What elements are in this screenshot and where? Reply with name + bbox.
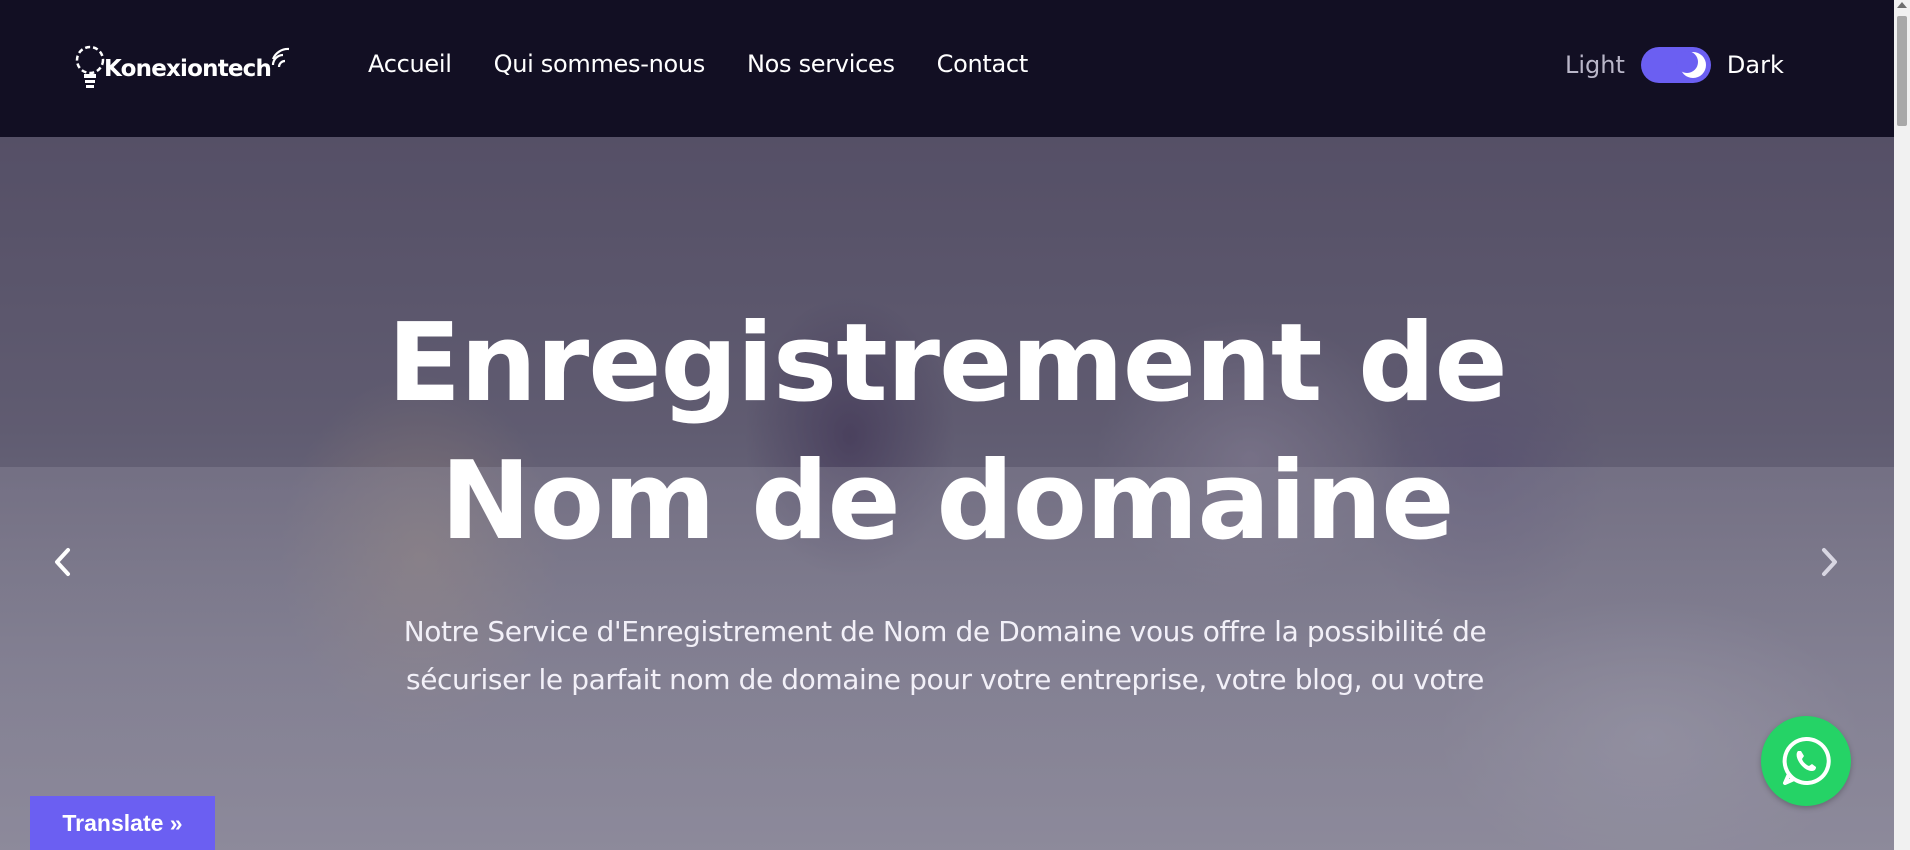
hero-title-line-2: Nom de domaine xyxy=(440,439,1455,564)
lightbulb-logo-icon xyxy=(75,45,105,88)
theme-dark-label: Dark xyxy=(1726,51,1784,79)
whatsapp-button[interactable] xyxy=(1761,716,1851,806)
hero-title: Enregistrement de Nom de domaine xyxy=(0,295,1894,571)
slider-next-arrow-icon[interactable] xyxy=(1810,544,1846,580)
whatsapp-icon xyxy=(1782,736,1831,785)
theme-switch: Light Dark xyxy=(1565,47,1784,83)
hero-description-line-2: sécuriser le parfait nom de domaine pour… xyxy=(406,663,1484,696)
nav-item-qui-sommes-nous[interactable]: Qui sommes-nous xyxy=(494,50,706,78)
theme-toggle[interactable] xyxy=(1640,47,1711,83)
nav-item-contact[interactable]: Contact xyxy=(937,50,1029,78)
moon-icon xyxy=(1675,51,1706,78)
site-header: Konexiontech Accueil Qui sommes-nous Nos… xyxy=(0,0,1894,137)
site-logo[interactable]: Konexiontech xyxy=(74,38,297,98)
main-nav: Accueil Qui sommes-nous Nos services Con… xyxy=(368,50,1070,78)
hero-description-line-1: Notre Service d'Enregistrement de Nom de… xyxy=(403,615,1487,648)
translate-button[interactable]: Translate » xyxy=(30,796,215,850)
theme-light-label: Light xyxy=(1565,51,1625,79)
slider-prev-arrow-icon[interactable] xyxy=(46,544,82,580)
logo-text: Konexiontech xyxy=(104,56,272,82)
scroll-thumb[interactable] xyxy=(1897,16,1907,126)
page-scrollbar[interactable] xyxy=(1894,0,1910,850)
nav-item-nos-services[interactable]: Nos services xyxy=(747,50,895,78)
hero-title-line-1: Enregistrement de xyxy=(387,301,1507,426)
nav-item-accueil[interactable]: Accueil xyxy=(368,50,452,78)
hero-description: Notre Service d'Enregistrement de Nom de… xyxy=(390,608,1500,704)
scroll-up-arrow-icon[interactable] xyxy=(1897,2,1907,8)
wifi-waves-icon xyxy=(271,47,290,68)
